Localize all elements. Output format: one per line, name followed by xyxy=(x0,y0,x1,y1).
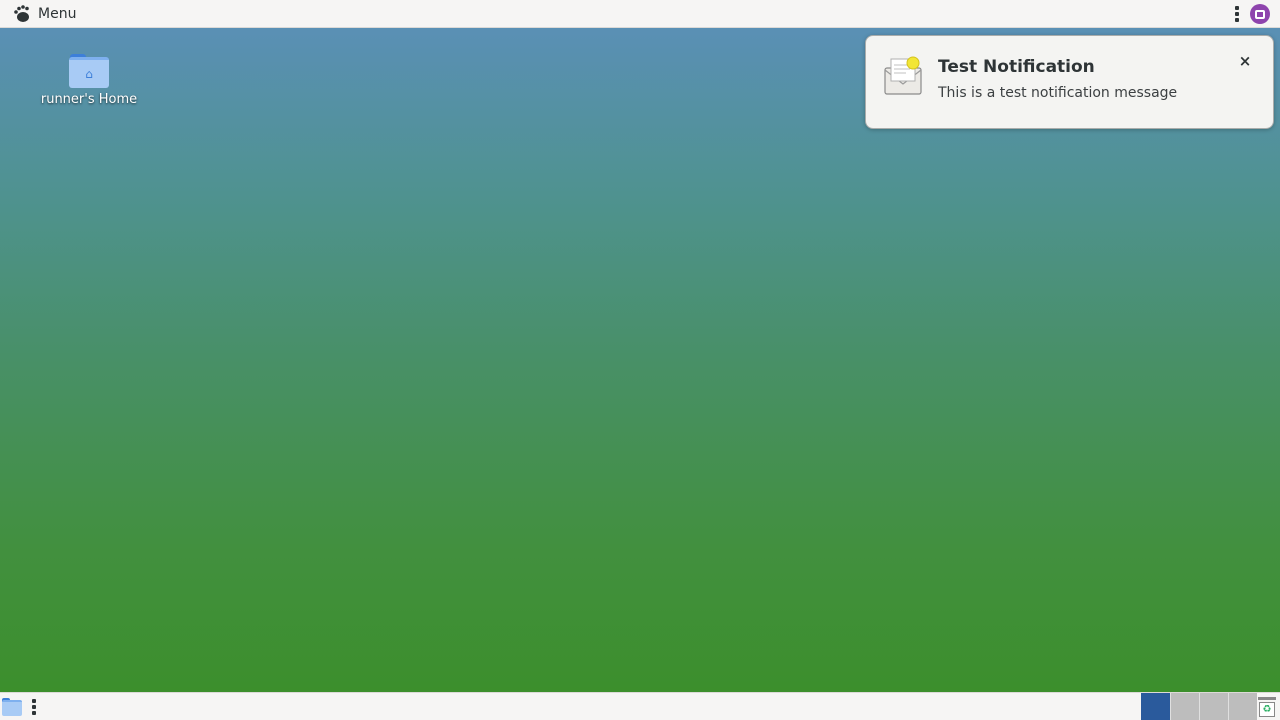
menu-label: Menu xyxy=(38,5,77,22)
workspace-4[interactable] xyxy=(1228,693,1257,720)
bottom-panel: ♻ xyxy=(0,692,1280,720)
mail-notification-icon xyxy=(884,56,922,95)
top-panel-tray xyxy=(1230,0,1280,28)
notification-title: Test Notification xyxy=(938,57,1095,77)
home-folder-icon: ⌂ xyxy=(69,50,109,88)
workspace-3[interactable] xyxy=(1199,693,1228,720)
gnome-foot-icon xyxy=(14,4,29,22)
workspace-2[interactable] xyxy=(1170,693,1199,720)
notification-popup[interactable]: Test Notification This is a test notific… xyxy=(865,35,1274,129)
close-icon[interactable]: × xyxy=(1235,51,1255,71)
app-indicator-icon[interactable] xyxy=(1250,4,1270,24)
desktop-icon-home[interactable]: ⌂ runner's Home xyxy=(30,50,148,107)
workspace-1[interactable] xyxy=(1141,693,1170,720)
notification-body: This is a test notification message xyxy=(938,85,1178,101)
trash-icon[interactable]: ♻ xyxy=(1258,697,1276,717)
show-desktop-button[interactable] xyxy=(2,698,22,716)
kebab-menu-icon[interactable] xyxy=(27,693,41,720)
main-menu-button[interactable]: Menu xyxy=(0,0,82,28)
kebab-menu-icon[interactable] xyxy=(1230,0,1244,28)
top-panel: Menu xyxy=(0,0,1280,28)
desktop-icon-label: runner's Home xyxy=(40,92,138,107)
workspace-switcher xyxy=(1141,693,1257,720)
